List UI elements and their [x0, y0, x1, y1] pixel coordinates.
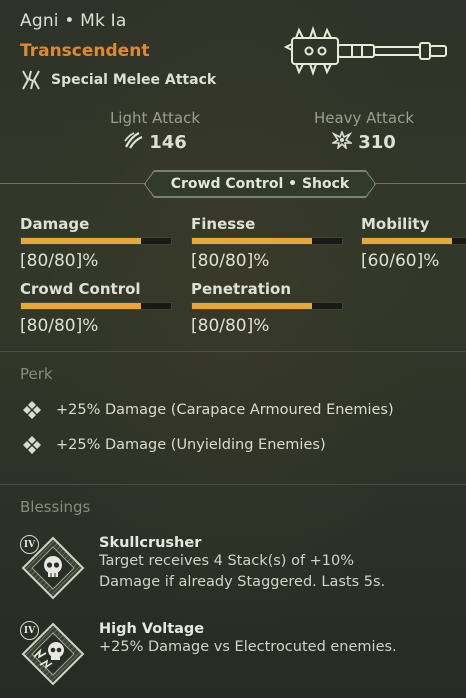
weapon-name: Agni • Mk Ia	[20, 11, 127, 31]
perk-text: +25% Damage (Carapace Armoured Enemies)	[56, 402, 394, 418]
stat-bar	[191, 302, 343, 310]
attack-type-label: Special Melee Attack	[51, 72, 217, 88]
stat-bar	[361, 237, 466, 245]
stat-bar-fill	[362, 238, 452, 244]
crowd-control-banner: Crowd Control • Shock	[0, 170, 466, 198]
perk-section-title: Perk	[20, 365, 53, 383]
stat-name: Penetration	[191, 280, 292, 298]
weapon-tooltip-panel: Agni • Mk Ia Transcendent Special Melee …	[0, 0, 466, 698]
blessings-section-title: Blessings	[20, 498, 91, 516]
stat-name: Finesse	[191, 215, 256, 233]
stat-bar-fill	[192, 303, 312, 309]
light-attack-icon	[123, 131, 143, 153]
heavy-attack-value: 310	[358, 131, 396, 153]
weapon-rarity: Transcendent	[20, 41, 150, 61]
attack-type: Special Melee Attack	[20, 69, 216, 91]
stat-bar	[20, 237, 172, 245]
blessing-name: High Voltage	[99, 621, 205, 637]
perk-diamond-icon	[22, 435, 42, 455]
weapon-silhouette	[283, 18, 454, 80]
heavy-attack-label: Heavy Attack	[313, 109, 415, 127]
perk-text: +25% Damage (Unyielding Enemies)	[56, 437, 326, 453]
stat-name: Damage	[20, 215, 90, 233]
blessing-tier-badge: IV	[20, 535, 39, 554]
perk-diamond-icon	[22, 400, 42, 420]
divider	[0, 484, 466, 485]
heavy-attack-stat: Heavy Attack 310	[304, 109, 424, 153]
blessing-name: Skullcrusher	[99, 535, 202, 551]
stat-mobility: Mobility [60/60]%	[361, 215, 466, 271]
electric-claw-icon	[20, 69, 42, 91]
stat-value: [80/80]%	[20, 316, 99, 336]
stat-value: [80/80]%	[20, 251, 99, 271]
heavy-attack-icon	[330, 129, 355, 153]
light-attack-value: 146	[149, 131, 187, 153]
stat-bar-fill	[21, 303, 141, 309]
stat-name: Mobility	[361, 215, 430, 233]
light-attack-stat: Light Attack 146	[100, 109, 210, 153]
blessing-item: IV Skullcrusher Target receives 4 Stack(…	[20, 535, 385, 601]
perk-item: +25% Damage (Unyielding Enemies)	[22, 435, 326, 455]
divider-left	[0, 183, 145, 184]
stat-bar-fill	[21, 238, 141, 244]
stat-value: [60/60]%	[361, 251, 440, 271]
crowd-control-tag: Crowd Control • Shock	[145, 171, 375, 197]
stat-value: [80/80]%	[191, 316, 270, 336]
stat-value: [80/80]%	[191, 251, 270, 271]
blessing-description-line: Target receives 4 Stack(s) of +10%	[99, 553, 355, 569]
light-attack-label: Light Attack	[109, 109, 201, 127]
stat-damage: Damage [80/80]%	[20, 215, 174, 271]
blessing-item: IV High Voltage +25% Damage vs Electrocu…	[20, 621, 397, 687]
stat-penetration: Penetration [80/80]%	[191, 280, 345, 336]
stat-name: Crowd Control	[20, 280, 141, 298]
skull-icon: IV	[20, 535, 86, 601]
blessing-description-line: +25% Damage vs Electrocuted enemies.	[99, 639, 397, 655]
perk-item: +25% Damage (Carapace Armoured Enemies)	[22, 400, 394, 420]
blessing-description-line: Damage if already Staggered. Lasts 5s.	[99, 574, 386, 590]
stat-bar-fill	[192, 238, 312, 244]
stat-bar	[20, 302, 172, 310]
stat-bar	[191, 237, 343, 245]
stat-crowd-control: Crowd Control [80/80]%	[20, 280, 174, 336]
divider	[0, 351, 466, 352]
divider-right	[376, 183, 466, 184]
electrified-skull-icon: IV	[20, 621, 86, 687]
blessing-tier-badge: IV	[20, 621, 39, 640]
stat-finesse: Finesse [80/80]%	[191, 215, 345, 271]
